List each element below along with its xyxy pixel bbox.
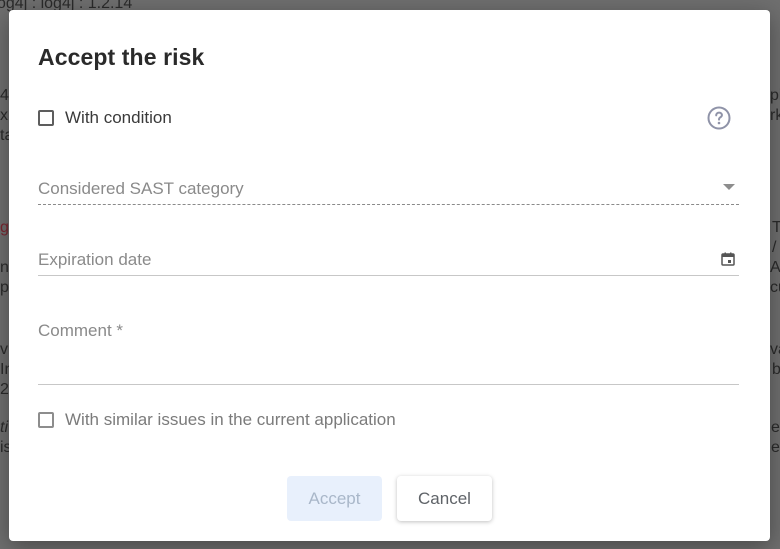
bg-text: / [772,239,777,256]
bg-text: pi [770,87,780,104]
sast-category-placeholder: Considered SAST category [38,179,244,198]
bg-text: va [770,341,780,358]
question-circle-icon[interactable] [707,106,731,130]
comment-placeholder: Comment * [38,321,124,340]
sast-category-select[interactable]: Considered SAST category [38,176,739,205]
similar-issues-label: With similar issues in the current appli… [65,410,396,429]
bg-text: ti [0,419,8,436]
bg-text: e [771,419,780,436]
comment-field[interactable]: Comment * [38,318,739,385]
bg-text: e [771,439,780,456]
bg-text: x [0,107,8,124]
expiration-date-field[interactable]: Expiration date [38,247,739,276]
dropdown-arrow-icon[interactable] [723,184,735,190]
dialog-title: Accept the risk [38,44,205,70]
bg-text: rk [770,107,780,124]
with-condition-checkbox-row[interactable]: With condition [38,108,172,128]
bg-text: p [0,279,9,296]
with-condition-label: With condition [65,108,172,127]
bg-text: T [772,219,780,236]
with-condition-checkbox[interactable] [38,110,54,126]
bg-text: 4 [0,87,9,104]
similar-issues-checkbox[interactable] [38,412,54,428]
expiration-date-placeholder: Expiration date [38,250,152,269]
bg-text: b [772,361,780,378]
accept-risk-dialog: Accept the risk With condition Considere… [9,10,770,541]
bg-text: Ar [770,259,780,276]
cancel-button[interactable]: Cancel [397,476,492,521]
bg-text: g [0,219,9,236]
bg-text: 2 [0,381,9,398]
similar-issues-checkbox-row[interactable]: With similar issues in the current appli… [38,410,396,430]
accept-button[interactable]: Accept [287,476,382,521]
bg-text: cu [770,279,780,296]
bg-text: v [0,341,8,358]
calendar-icon[interactable] [721,252,735,266]
